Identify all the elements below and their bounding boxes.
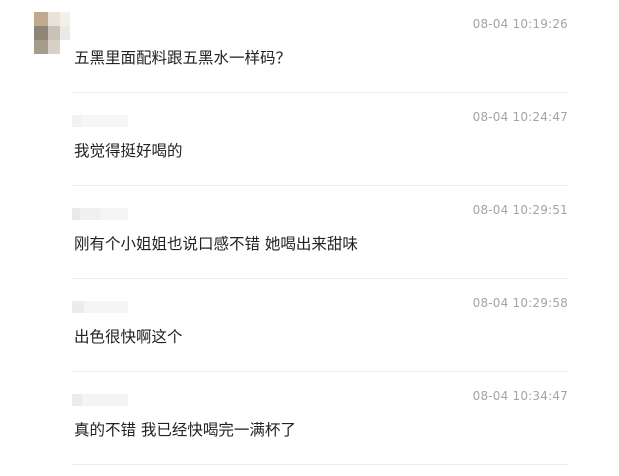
comment-item: 08-04 10:29:51 刚有个小姐姐也说口感不错 她喝出来甜味 [0,186,619,279]
comment-text: 五黑里面配料跟五黑水一样码？ [74,49,292,67]
username-redacted[interactable] [72,115,128,127]
comment-item: 08-04 10:19:26 五黑里面配料跟五黑水一样码？ [0,0,619,93]
username-redacted[interactable] [72,301,128,313]
username-redacted[interactable] [72,394,128,406]
comment-timestamp: 08-04 10:24:47 [472,110,568,124]
comment-item: 08-04 10:34:47 真的不错 我已经快喝完一满杯了 [0,372,619,465]
comment-text: 刚有个小姐姐也说口感不错 她喝出来甜味 [74,235,358,253]
comment-timestamp: 08-04 10:29:58 [472,296,568,310]
avatar[interactable] [22,12,70,54]
comment-item: 08-04 10:29:58 出色很快啊这个 [0,279,619,372]
comment-timestamp: 08-04 10:34:47 [472,389,568,403]
divider [72,464,569,465]
comment-timestamp: 08-04 10:29:51 [472,203,568,217]
username-redacted[interactable] [72,208,128,220]
comment-text: 出色很快啊这个 [74,328,183,346]
comment-timestamp: 08-04 10:19:26 [472,17,568,31]
comment-thread: 08-04 10:19:26 五黑里面配料跟五黑水一样码？ 08-04 10:2… [0,0,619,476]
comment-text: 真的不错 我已经快喝完一满杯了 [74,421,296,439]
comment-text: 我觉得挺好喝的 [74,142,183,160]
comment-item: 08-04 10:24:47 我觉得挺好喝的 [0,93,619,186]
